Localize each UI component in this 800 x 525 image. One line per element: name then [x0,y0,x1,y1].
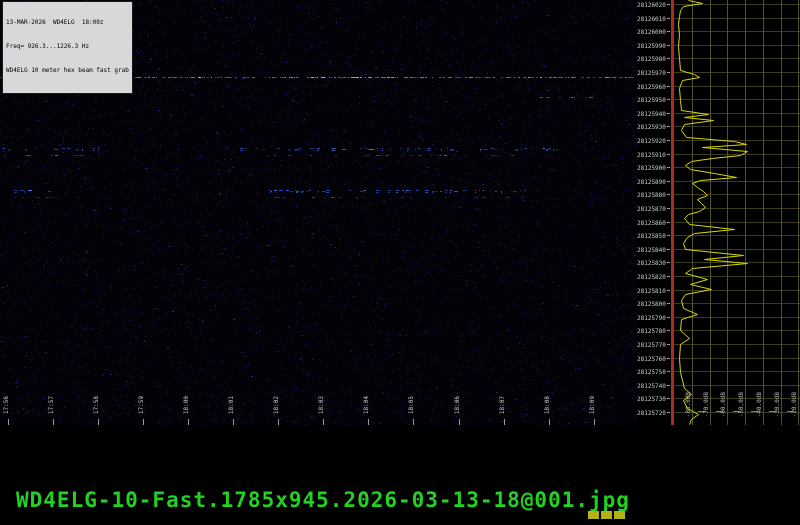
frequency-tick-label: 28125760 [637,356,667,363]
time-tick-label: 18:01 [228,396,235,414]
db-tick-label: -20.0dB [791,392,798,417]
frequency-tick-label: 28125800 [637,301,667,308]
spectrum-plot [674,0,800,425]
db-tick-label: -40.0dB [756,392,763,417]
frequency-tick-label: 28125720 [637,410,667,417]
red-divider-line [671,0,674,425]
info-frequency-range: Freq= 926.3...1226.3 Hz [6,43,129,51]
yellow-segment-blocks-icon [588,511,625,519]
frequency-tick-label: 28125920 [637,138,667,145]
frequency-tick-label: 28125830 [637,260,667,267]
frequency-tick-label: 28125900 [637,165,667,172]
yellow-block [588,511,599,519]
frequency-tick-label: 28125980 [637,56,667,63]
frequency-tick-label: 28126010 [637,16,667,23]
frequency-tick-label: 28125820 [637,274,667,281]
frequency-tick-label: 28125950 [637,97,667,104]
frequency-tick-label: 28125730 [637,396,667,403]
info-date-call-time: 13-MAR-2026 WD4ELG 18:00z [6,19,129,27]
db-tick-label: -70.0dB [703,392,710,417]
time-tick-label: 18:09 [589,396,596,414]
info-station-description: WD4ELG 10 meter hex beam fast grab [6,67,129,75]
db-tick-label: -80.0dB [685,392,692,417]
frequency-tick-label: 28125770 [637,342,667,349]
time-tick-label: 17:59 [138,396,145,414]
time-tick-label: 18:08 [544,396,551,414]
yellow-block [614,511,625,519]
time-tick-label: 18:04 [363,396,370,414]
frequency-tick-label: 28125970 [637,70,667,77]
time-tick-label: 18:06 [454,396,461,414]
time-tick-label: 18:02 [273,396,280,414]
db-tick-label: -30.0dB [774,392,781,417]
time-tick-label: 18:00 [183,396,190,414]
filename-caption: WD4ELG-10-Fast.1785x945.2026-03-13-18@00… [16,488,630,512]
frequency-tick-label: 28125930 [637,124,667,131]
frequency-tick-label: 28126000 [637,29,667,36]
frequency-tick-label: 28125890 [637,179,667,186]
frequency-tick-label: 28125990 [637,43,667,50]
frequency-tick-label: 28125940 [637,111,667,118]
frequency-tick-label: 28125810 [637,288,667,295]
time-tick-label: 18:05 [408,396,415,414]
frequency-tick-label: 28125960 [637,84,667,91]
frequency-tick-label: 28125840 [637,247,667,254]
time-tick-label: 17:56 [3,396,10,414]
time-tick-label: 18:07 [499,396,506,414]
frequency-tick-label: 28125860 [637,220,667,227]
time-tick-label: 17:58 [93,396,100,414]
frequency-tick-label: 28125850 [637,233,667,240]
frequency-tick-label: 28125790 [637,315,667,322]
db-tick-label: -50.0dB [738,392,745,417]
grabber-screenshot: 13-MAR-2026 WD4ELG 18:00z Freq= 926.3...… [0,0,800,525]
time-tick-label: 17:57 [48,396,55,414]
frequency-tick-label: 28125880 [637,192,667,199]
frequency-tick-label: 28125910 [637,152,667,159]
frequency-tick-label: 28126020 [637,2,667,9]
frequency-tick-label: 28125740 [637,383,667,390]
yellow-block [601,511,612,519]
frequency-axis: 28126020 28126010 28126000 28125990 28125980… [637,2,671,423]
time-tick-label: 18:03 [318,396,325,414]
db-tick-label: -60.0dB [720,392,727,417]
frequency-tick-label: 28125870 [637,206,667,213]
frequency-tick-label: 28125780 [637,328,667,335]
frequency-tick-label: 28125750 [637,369,667,376]
info-box: 13-MAR-2026 WD4ELG 18:00z Freq= 926.3...… [2,1,133,94]
